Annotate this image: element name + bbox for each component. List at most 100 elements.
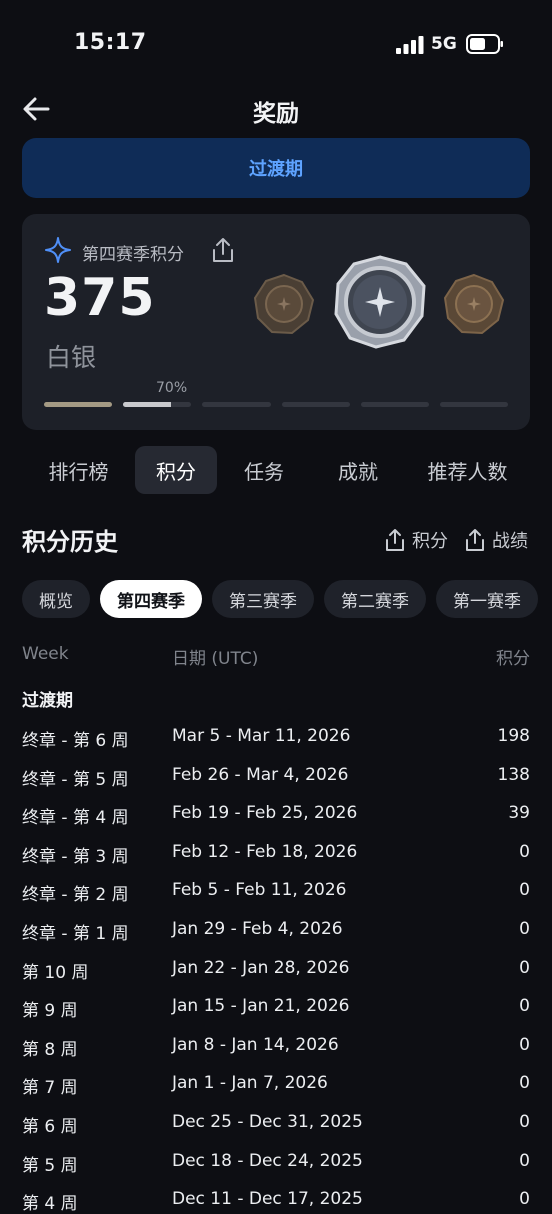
tab-item[interactable]: 成就	[311, 446, 405, 494]
cell-points: 0	[519, 1073, 530, 1094]
cell-week: 第 4 周	[22, 1194, 78, 1214]
cell-date: Jan 1 - Jan 7, 2026	[172, 1073, 328, 1094]
nav-bar: 奖励	[0, 86, 552, 132]
progress-segment	[360, 402, 429, 407]
tab-item[interactable]: 积分	[135, 446, 217, 494]
table-row: 终章 - 第 2 周 Feb 5 - Feb 11, 2026 0	[22, 880, 530, 905]
cell-points: 198	[497, 726, 530, 746]
cell-week: 第 5 周	[22, 1155, 78, 1176]
tier-progress-bar	[44, 402, 509, 407]
export-points-button[interactable]: 积分	[384, 526, 448, 554]
table-row: 第 7 周 Jan 1 - Jan 7, 2026 0	[22, 1073, 530, 1099]
export-points-label: 积分	[412, 531, 448, 552]
cell-date: Feb 19 - Feb 25, 2026	[172, 803, 358, 824]
tab-item[interactable]: 任务	[217, 446, 311, 494]
cell-date: Jan 29 - Feb 4, 2026	[172, 919, 343, 939]
phase-banner[interactable]: 过渡期	[22, 138, 530, 198]
cell-points: 0	[519, 957, 530, 978]
cell-week: 终章 - 第 6 周	[22, 731, 129, 751]
cell-week: 终章 - 第 1 周	[22, 924, 129, 944]
cell-week: 第 10 周	[22, 962, 89, 983]
status-bar: 15:17 5G	[0, 0, 552, 90]
cell-date: Dec 11 - Dec 17, 2025	[172, 1189, 363, 1210]
share-icon	[386, 529, 404, 551]
season-pill[interactable]: 第三赛季	[212, 580, 314, 618]
network-label: 5G	[431, 34, 457, 54]
cell-points: 0	[519, 1150, 530, 1171]
cell-points: 0	[519, 919, 530, 939]
cell-date: Feb 5 - Feb 11, 2026	[172, 880, 347, 901]
table-row: 终章 - 第 4 周 Feb 19 - Feb 25, 2026 39	[22, 803, 530, 829]
tab-item[interactable]: 排行榜	[22, 446, 135, 494]
export-record-label: 战绩	[492, 531, 528, 552]
phase-section-label: 过渡期	[22, 691, 73, 711]
season-pill[interactable]: 概览	[22, 580, 90, 618]
season-points-value: 375	[44, 268, 156, 328]
season-pill[interactable]: 第四赛季	[100, 580, 202, 618]
table-row: 第 10 周 Jan 22 - Jan 28, 2026 0	[22, 957, 530, 983]
column-header-points: 积分	[496, 649, 530, 669]
cell-date: Jan 22 - Jan 28, 2026	[172, 957, 350, 978]
progress-segment	[281, 402, 350, 407]
cell-week: 第 6 周	[22, 1117, 78, 1137]
progress-percent: 70%	[156, 380, 188, 396]
history-table-header: Week 日期 (UTC) 积分	[22, 644, 530, 669]
cell-points: 0	[519, 996, 530, 1017]
status-time: 15:17	[74, 30, 147, 55]
cell-date: Dec 18 - Dec 24, 2025	[172, 1150, 363, 1171]
progress-segment-fill	[44, 402, 113, 407]
table-row: 第 5 周 Dec 18 - Dec 24, 2025 0	[22, 1150, 530, 1176]
tab-item[interactable]: 推荐人数	[405, 446, 530, 494]
bronze-medal-icon	[253, 273, 315, 335]
progress-segment	[439, 402, 509, 407]
cell-week: 第 9 周	[22, 1001, 78, 1022]
season-filter: 概览 第四赛季 第三赛季 第二赛季 第一赛季	[22, 580, 552, 618]
cell-week: 终章 - 第 4 周	[22, 808, 129, 829]
cell-points: 0	[519, 1112, 530, 1132]
table-row: 终章 - 第 1 周 Jan 29 - Feb 4, 2026 0	[22, 919, 530, 944]
cell-week: 终章 - 第 3 周	[22, 846, 129, 867]
cell-points: 0	[519, 880, 530, 901]
cell-date: Dec 25 - Dec 31, 2025	[172, 1112, 363, 1132]
season-points-label: 第四赛季积分	[82, 245, 184, 265]
page-title: 奖励	[253, 101, 299, 127]
share-icon	[466, 529, 484, 551]
signal-icon	[396, 36, 424, 54]
column-header-week: Week	[22, 644, 69, 664]
cell-points: 0	[519, 1034, 530, 1055]
silver-medal-icon	[334, 255, 426, 349]
reward-tabs: 排行榜 积分 任务 成就 推荐人数	[22, 446, 530, 494]
cell-date: Feb 26 - Mar 4, 2026	[172, 764, 349, 785]
cell-week: 第 8 周	[22, 1039, 78, 1060]
phase-banner-label: 过渡期	[249, 159, 303, 180]
cell-points: 39	[508, 803, 530, 824]
points-history-title: 积分历史	[22, 528, 118, 556]
cell-date: Jan 15 - Jan 21, 2026	[172, 996, 350, 1017]
share-icon[interactable]	[210, 236, 236, 264]
export-record-button[interactable]: 战绩	[464, 526, 528, 554]
cell-points: 138	[497, 764, 530, 785]
table-row: 终章 - 第 3 周 Feb 12 - Feb 18, 2026 0	[22, 841, 530, 867]
table-row: 终章 - 第 5 周 Feb 26 - Mar 4, 2026 138	[22, 764, 530, 790]
sparkle-icon	[45, 237, 71, 263]
season-points-card: 第四赛季积分 375 白银 70%	[22, 214, 530, 430]
table-row: 第 6 周 Dec 25 - Dec 31, 2025 0	[22, 1112, 530, 1137]
progress-segment	[123, 402, 192, 407]
progress-segment-fill	[123, 402, 171, 407]
season-pill[interactable]: 第二赛季	[324, 580, 426, 618]
table-row: 第 4 周 Dec 11 - Dec 17, 2025 0	[22, 1189, 530, 1214]
cell-week: 终章 - 第 5 周	[22, 769, 129, 790]
cell-points: 0	[519, 841, 530, 862]
column-header-date: 日期 (UTC)	[172, 649, 259, 669]
battery-icon	[466, 34, 503, 54]
table-row: 第 9 周 Jan 15 - Jan 21, 2026 0	[22, 996, 530, 1022]
table-row: 终章 - 第 6 周 Mar 5 - Mar 11, 2026 198	[22, 726, 530, 751]
progress-segment	[44, 402, 113, 407]
season-pill[interactable]: 第一赛季	[436, 580, 538, 618]
progress-segment	[202, 402, 271, 407]
cell-date: Mar 5 - Mar 11, 2026	[172, 726, 351, 746]
table-row: 第 8 周 Jan 8 - Jan 14, 2026 0	[22, 1034, 530, 1060]
cell-date: Feb 12 - Feb 18, 2026	[172, 841, 358, 862]
cell-points: 0	[519, 1189, 530, 1210]
cell-week: 第 7 周	[22, 1078, 78, 1099]
